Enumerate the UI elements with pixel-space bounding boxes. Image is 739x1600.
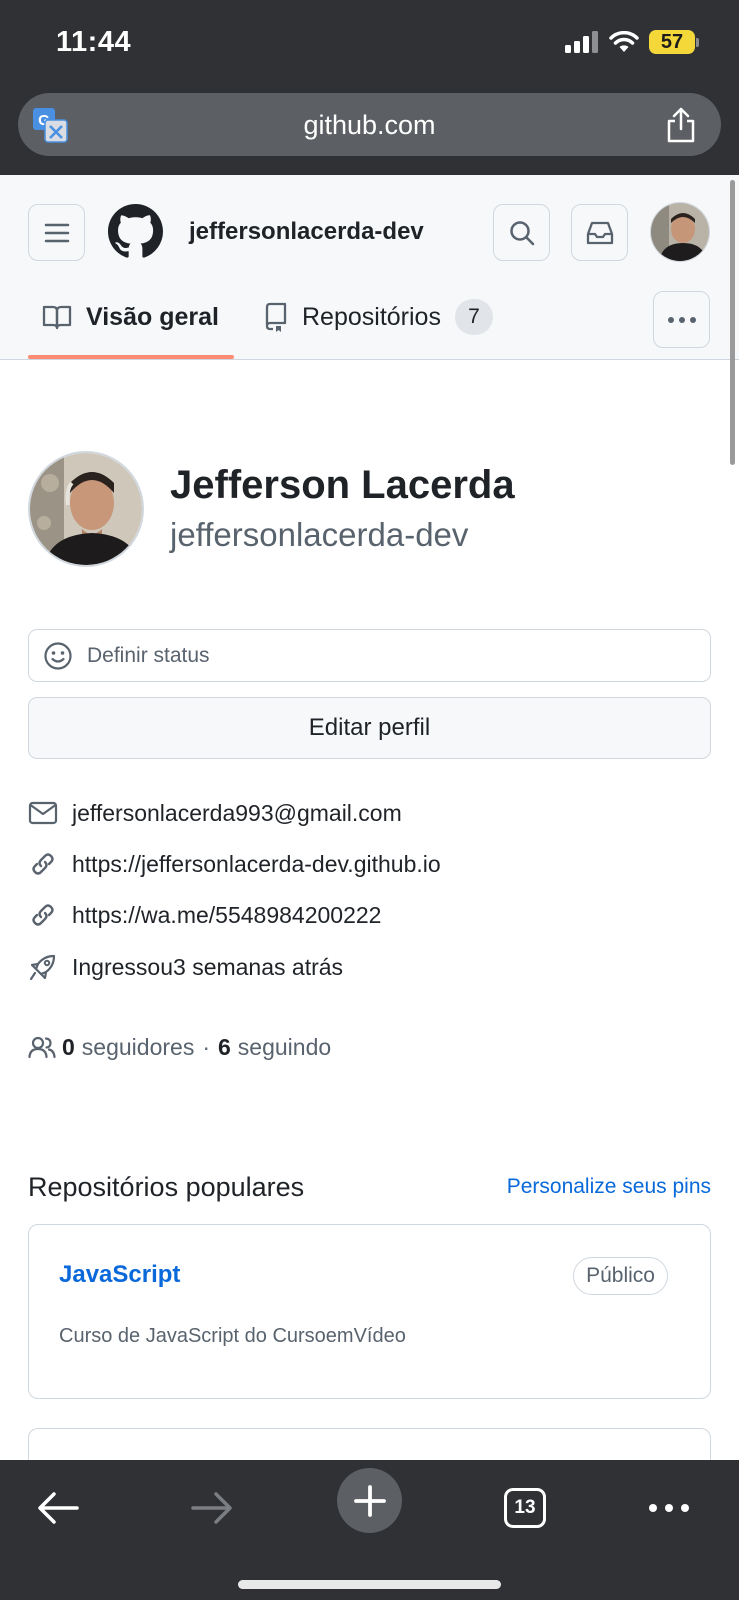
website-link[interactable]: https://jeffersonlacerda-dev.github.io <box>72 851 441 878</box>
following-label[interactable]: seguindo <box>238 1034 331 1061</box>
book-icon <box>42 305 72 330</box>
customize-pins-link[interactable]: Personalize seus pins <box>507 1175 711 1199</box>
browser-top-chrome: 11:44 57 G github.com <box>0 0 739 175</box>
battery-level: 57 <box>649 30 695 54</box>
follow-stats: 0 seguidores · 6 seguindo <box>28 1030 331 1064</box>
mail-icon <box>28 798 58 828</box>
battery-tip <box>696 37 699 47</box>
profile-email: jeffersonlacerda993@gmail.com <box>28 796 402 830</box>
menu-button[interactable] <box>28 204 85 261</box>
tab-count: 13 <box>504 1488 546 1528</box>
rocket-icon <box>28 952 58 982</box>
avatar-photo <box>651 203 709 261</box>
forward-arrow-icon <box>191 1492 232 1524</box>
profile-login: jeffersonlacerda-dev <box>170 516 469 553</box>
profile-social-link: https://wa.me/5548984200222 <box>28 898 381 932</box>
back-button[interactable] <box>28 1478 88 1538</box>
popular-repos-title: Repositórios populares <box>28 1172 305 1202</box>
back-arrow-icon <box>38 1492 79 1524</box>
tab-overview-label: Visão geral <box>86 302 219 331</box>
profile-photo <box>30 453 142 565</box>
repo-visibility-badge: Público <box>573 1257 668 1295</box>
pinned-repo-card: JavaScript Público Curso de JavaScript d… <box>28 1224 711 1399</box>
header-username[interactable]: jeffersonlacerda-dev <box>189 218 424 246</box>
repo-description: Curso de JavaScript do CursoemVídeo <box>59 1325 406 1347</box>
forward-button[interactable] <box>182 1478 242 1538</box>
inbox-button[interactable] <box>571 204 628 261</box>
followers-count[interactable]: 0 <box>62 1034 75 1061</box>
active-tab-underline <box>28 355 234 359</box>
kebab-icon <box>667 316 696 323</box>
battery-indicator: 57 <box>649 30 699 54</box>
set-status-label: Definir status <box>87 643 210 667</box>
link-icon <box>28 849 58 879</box>
profile-joined: Ingressou3 semanas atrás <box>28 950 343 984</box>
search-button[interactable] <box>493 204 550 261</box>
new-tab-button[interactable] <box>337 1468 402 1533</box>
wifi-icon <box>609 31 639 52</box>
tab-overview[interactable]: Visão geral <box>42 287 219 347</box>
profile-full-name: Jefferson Lacerda <box>170 463 515 507</box>
hamburger-icon <box>44 223 69 242</box>
share-icon[interactable] <box>665 107 697 143</box>
search-icon <box>509 220 534 245</box>
following-count[interactable]: 6 <box>218 1034 231 1061</box>
status-indicators: 57 <box>565 30 699 54</box>
smiley-icon <box>44 641 72 670</box>
people-icon <box>28 1036 56 1059</box>
repo-icon <box>265 302 287 332</box>
home-indicator <box>238 1580 501 1589</box>
tab-repositories[interactable]: Repositórios 7 <box>264 287 493 347</box>
more-options-button[interactable] <box>653 291 710 348</box>
scroll-indicator <box>730 180 735 465</box>
browser-bottom-toolbar: 13 <box>0 1460 739 1600</box>
whatsapp-link[interactable]: https://wa.me/5548984200222 <box>72 902 381 929</box>
stats-separator: · <box>202 1033 210 1060</box>
github-logo-icon[interactable] <box>108 204 163 259</box>
tabs-overview-button[interactable]: 13 <box>495 1478 555 1538</box>
repositories-count-badge: 7 <box>454 299 493 335</box>
signal-icon <box>565 31 598 53</box>
url-text[interactable]: github.com <box>18 110 721 141</box>
followers-label[interactable]: seguidores <box>82 1034 195 1061</box>
more-icon <box>649 1504 689 1512</box>
repo-name-link[interactable]: JavaScript <box>59 1261 180 1289</box>
profile-avatar[interactable] <box>28 451 144 567</box>
header-avatar[interactable] <box>650 202 710 262</box>
address-bar[interactable]: G github.com <box>18 93 721 156</box>
status-time: 11:44 <box>56 26 132 58</box>
plus-icon <box>353 1484 386 1517</box>
edit-profile-button[interactable]: Editar perfil <box>28 697 711 759</box>
link-icon <box>28 900 58 930</box>
github-header: jeffersonlacerda-dev Visão geral Reposit… <box>0 175 739 360</box>
browser-menu-button[interactable] <box>639 1478 699 1538</box>
inbox-icon <box>586 221 613 244</box>
email-link[interactable]: jeffersonlacerda993@gmail.com <box>72 800 402 827</box>
profile-website: https://jeffersonlacerda-dev.github.io <box>28 847 441 881</box>
joined-text: Ingressou3 semanas atrás <box>72 953 344 980</box>
tab-repositories-label: Repositórios <box>302 302 441 331</box>
set-status-button[interactable]: Definir status <box>28 629 711 682</box>
